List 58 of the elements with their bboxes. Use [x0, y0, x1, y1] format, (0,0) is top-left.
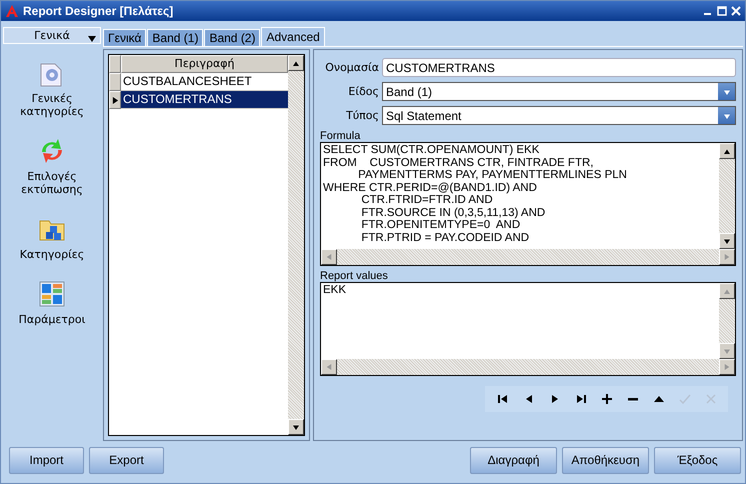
sidebar-item[interactable]: Γενικές κατηγορίες — [7, 92, 97, 118]
action-button[interactable]: Διαγραφή — [470, 446, 557, 474]
tab[interactable]: Γενικά — [103, 29, 146, 46]
first-record-icon — [496, 393, 508, 405]
close-icon[interactable] — [731, 6, 741, 16]
column-header[interactable]: Περιγραφή — [121, 55, 288, 73]
sidebar-dropdown[interactable]: Γενικά — [3, 27, 101, 44]
action-button[interactable]: Export — [89, 446, 164, 474]
table-cell[interactable]: CUSTOMERTRANS — [121, 91, 288, 109]
field-label: Είδος — [347, 85, 380, 98]
scroll-down-button[interactable] — [719, 343, 735, 359]
up-arrow-icon — [293, 60, 299, 66]
right-arrow-icon — [724, 364, 730, 370]
kind-dropdown[interactable]: Band (1) — [382, 82, 736, 101]
checkmark-icon — [678, 393, 690, 405]
scroll-left-button[interactable] — [321, 359, 337, 375]
up-arrow-icon — [724, 148, 730, 154]
up-arrow-icon — [724, 288, 730, 294]
letter-a-logo-icon — [5, 4, 19, 18]
scroll-down-button[interactable] — [288, 419, 304, 435]
scroll-up-button[interactable] — [288, 55, 304, 71]
name-field[interactable]: CUSTOMERTRANS — [382, 58, 736, 77]
window-title: Report Designer [Πελάτες] — [23, 4, 174, 18]
left-arrow-icon — [326, 254, 332, 260]
sidebar-item[interactable]: Παράμετροι — [7, 313, 97, 326]
action-button[interactable]: Έξοδος — [654, 446, 741, 474]
field-label: Τύπος — [345, 109, 380, 122]
scroll-left-button[interactable] — [321, 249, 337, 265]
scroll-up-button[interactable] — [719, 283, 735, 299]
scroll-right-button[interactable] — [719, 359, 735, 375]
field-label: Ονομασία — [324, 61, 380, 74]
down-arrow-icon — [293, 424, 299, 430]
dropdown-arrow-icon — [724, 88, 730, 94]
scroll-up-button[interactable] — [719, 143, 735, 159]
action-button[interactable]: Αποθήκευση — [562, 446, 649, 474]
down-arrow-icon — [724, 238, 730, 244]
cross-icon — [704, 393, 716, 405]
tab[interactable]: Band (1) — [147, 29, 204, 46]
right-arrow-icon — [112, 96, 118, 104]
sidebar-item[interactable]: Κατηγορίες — [7, 248, 97, 261]
section-label: Formula — [320, 130, 362, 142]
maximize-icon[interactable] — [717, 6, 727, 16]
sidebar-item[interactable]: Επιλογές εκτύπωσης — [7, 170, 97, 196]
plus-icon — [600, 393, 612, 405]
dropdown-arrow-icon — [724, 112, 730, 118]
type-dropdown[interactable]: Sql Statement — [382, 106, 736, 125]
action-button[interactable]: Import — [9, 446, 84, 474]
last-record-icon — [574, 393, 586, 405]
scroll-right-button[interactable] — [719, 249, 735, 265]
tab[interactable]: Advanced — [261, 27, 325, 46]
tab[interactable]: Band (2) — [204, 29, 260, 46]
left-arrow-icon — [326, 364, 332, 370]
section-label: Report values — [320, 270, 389, 282]
down-arrow-icon — [724, 348, 730, 354]
dropdown-arrow-icon — [88, 34, 96, 42]
colored-grid-icon — [37, 279, 67, 309]
right-arrow-icon — [724, 254, 730, 260]
scroll-down-button[interactable] — [719, 233, 735, 249]
